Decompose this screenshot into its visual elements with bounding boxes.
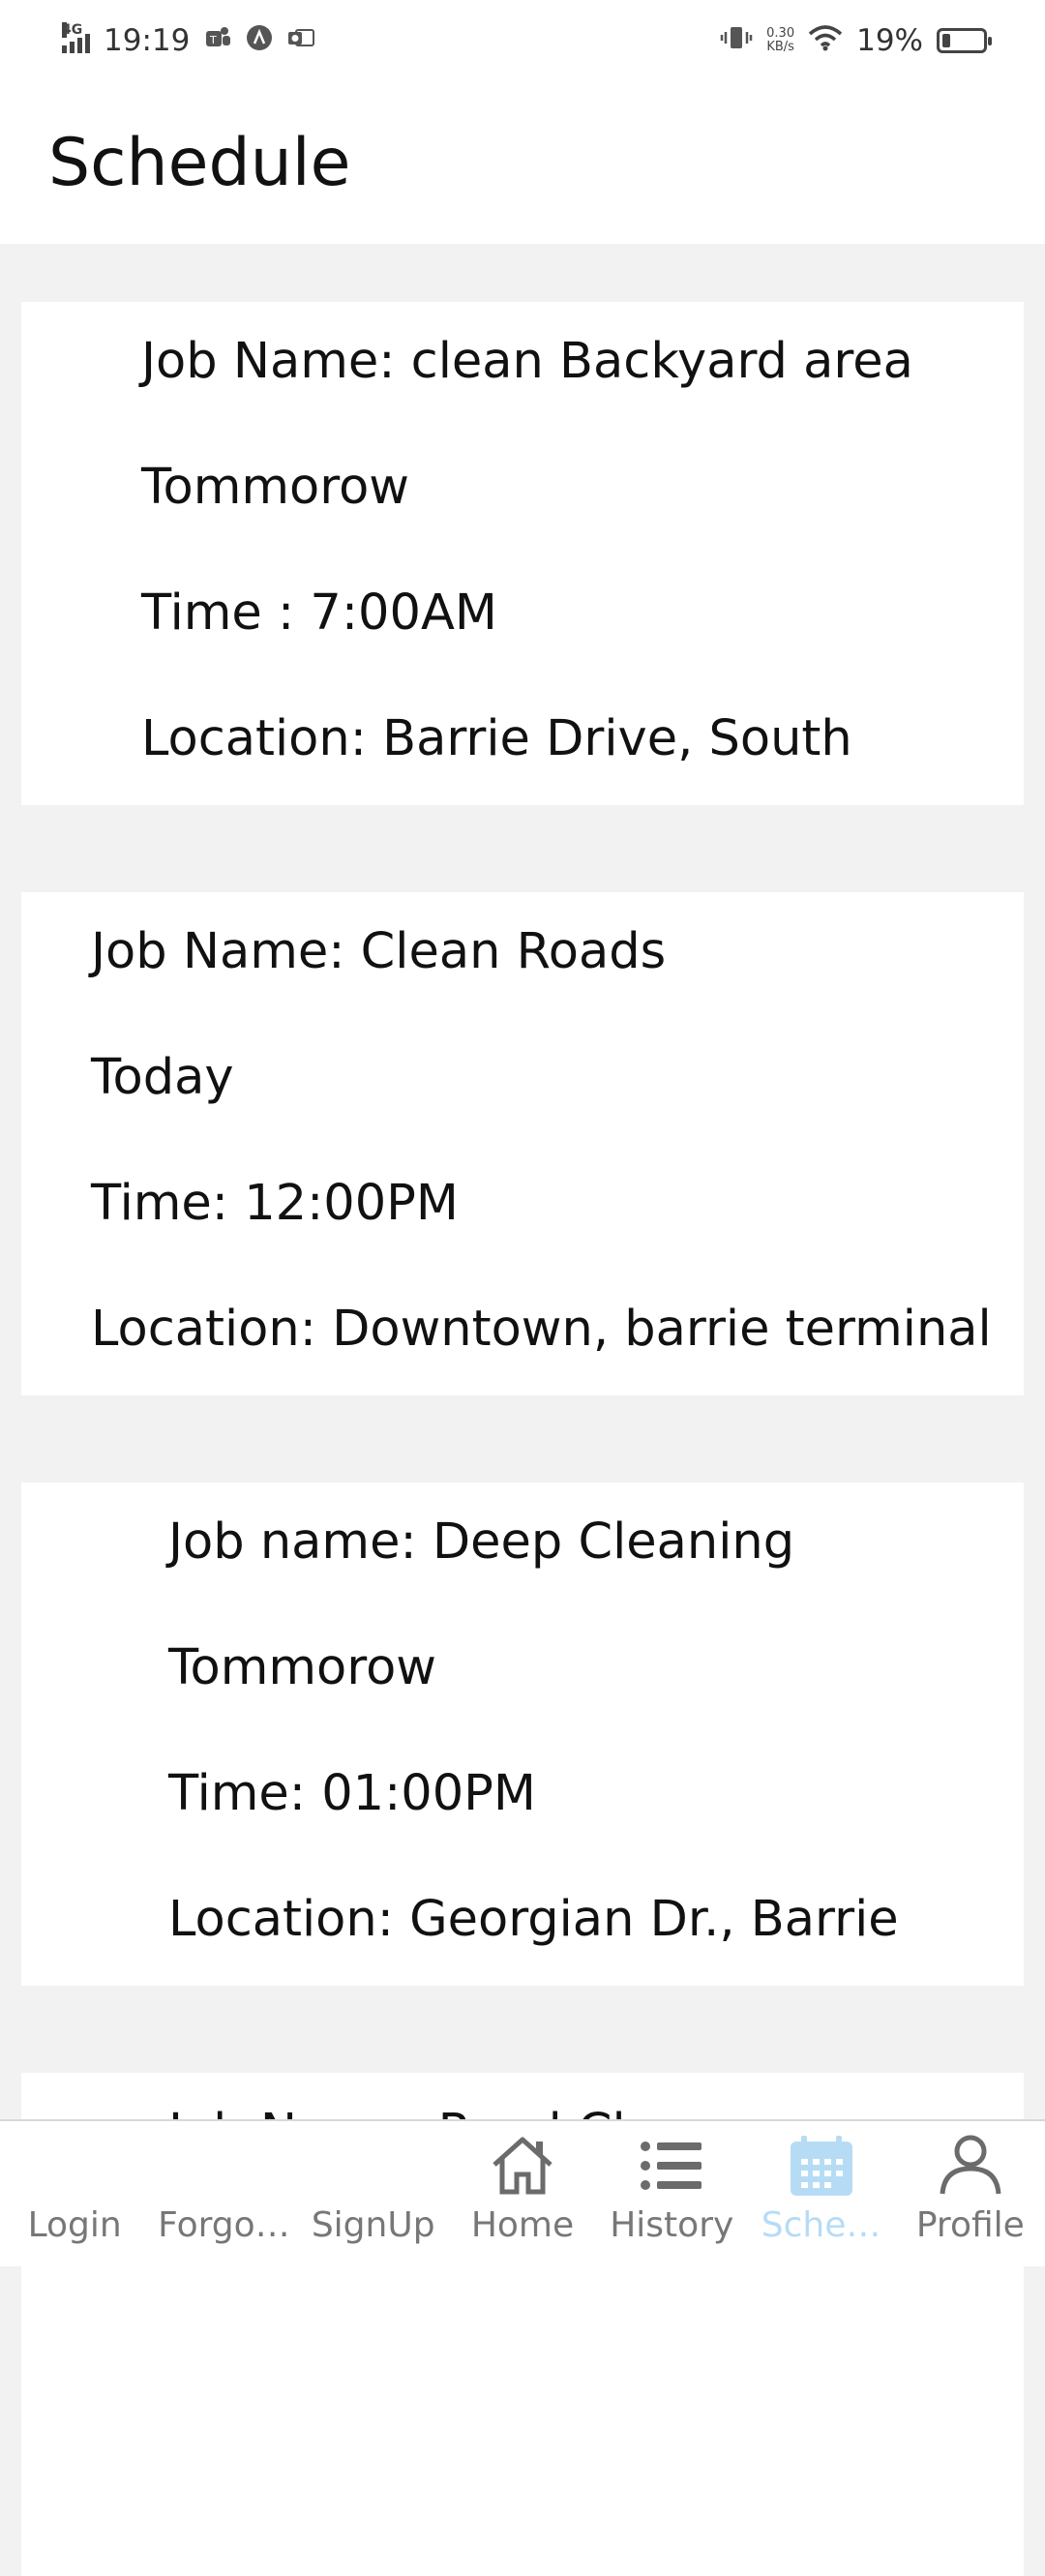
speed-value: 0.30 <box>766 26 795 41</box>
nav-schedule[interactable]: Sche… <box>746 2121 895 2266</box>
job-name: Job name: Deep Cleaning <box>168 1513 795 1571</box>
nav-profile[interactable]: Profile <box>896 2121 1045 2266</box>
job-location: Location: Downtown, barrie terminal <box>91 1301 992 1358</box>
job-day: Tommorow <box>141 459 410 516</box>
battery-icon <box>937 28 992 53</box>
job-time: Time: 01:00PM <box>168 1765 536 1822</box>
nav-login[interactable]: Login <box>0 2121 149 2266</box>
bottom-nav: Login Forgo… SignUp Home History Sche… P… <box>0 2119 1045 2266</box>
nav-label: History <box>610 2205 734 2245</box>
nav-home[interactable]: Home <box>448 2121 597 2266</box>
calendar-icon <box>788 2132 855 2200</box>
status-bar: 4G 19:19 T 0.30 KB/s 19% <box>0 0 1045 81</box>
nav-signup[interactable]: SignUp <box>299 2121 448 2266</box>
nav-label: Login <box>27 2205 122 2245</box>
nav-label: Sche… <box>761 2205 881 2245</box>
job-time: Time : 7:00AM <box>141 584 497 642</box>
nav-label: Home <box>470 2205 575 2245</box>
nav-label: Forgo… <box>158 2205 290 2245</box>
status-right: 0.30 KB/s 19% <box>720 23 992 58</box>
network-speed: 0.30 KB/s <box>766 27 794 54</box>
list-icon <box>638 2132 705 2200</box>
battery-percent: 19% <box>856 23 923 58</box>
battery-level <box>942 34 950 47</box>
svg-text:T: T <box>209 34 217 46</box>
app-a-icon <box>246 24 273 58</box>
status-left: 4G 19:19 T <box>62 22 315 58</box>
person-icon <box>937 2132 1004 2200</box>
network-type: 4G <box>62 22 83 38</box>
home-icon <box>489 2132 556 2200</box>
nav-forgot[interactable]: Forgo… <box>149 2121 298 2266</box>
job-name: Job Name: clean Backyard area <box>141 333 913 390</box>
job-card[interactable]: Job name: Deep Cleaning Tommorow Time: 0… <box>21 1483 1024 1986</box>
nav-history[interactable]: History <box>597 2121 746 2266</box>
cell-signal-icon: 4G <box>62 22 90 53</box>
job-day: Today <box>91 1049 234 1106</box>
nav-label: SignUp <box>311 2205 435 2245</box>
job-day: Tommorow <box>168 1639 437 1696</box>
wifi-icon <box>808 24 843 58</box>
clock: 19:19 <box>104 23 191 58</box>
job-location: Location: Barrie Drive, South <box>141 710 852 767</box>
job-card[interactable]: Job Name: Clean Roads Today Time: 12:00P… <box>21 892 1024 1395</box>
nav-label: Profile <box>915 2205 1025 2245</box>
speed-unit: KB/s <box>766 40 794 54</box>
page-title: Schedule <box>48 124 351 201</box>
teams-icon: T <box>203 24 232 58</box>
job-time: Time: 12:00PM <box>91 1175 459 1232</box>
job-location: Location: Georgian Dr., Barrie <box>168 1891 899 1948</box>
job-card[interactable]: Job Name: clean Backyard area Tommorow T… <box>21 302 1024 805</box>
vibrate-icon <box>720 24 753 58</box>
outlook-icon <box>286 24 315 58</box>
app-header: Schedule <box>0 81 1045 244</box>
job-name: Job Name: Clean Roads <box>91 923 667 980</box>
